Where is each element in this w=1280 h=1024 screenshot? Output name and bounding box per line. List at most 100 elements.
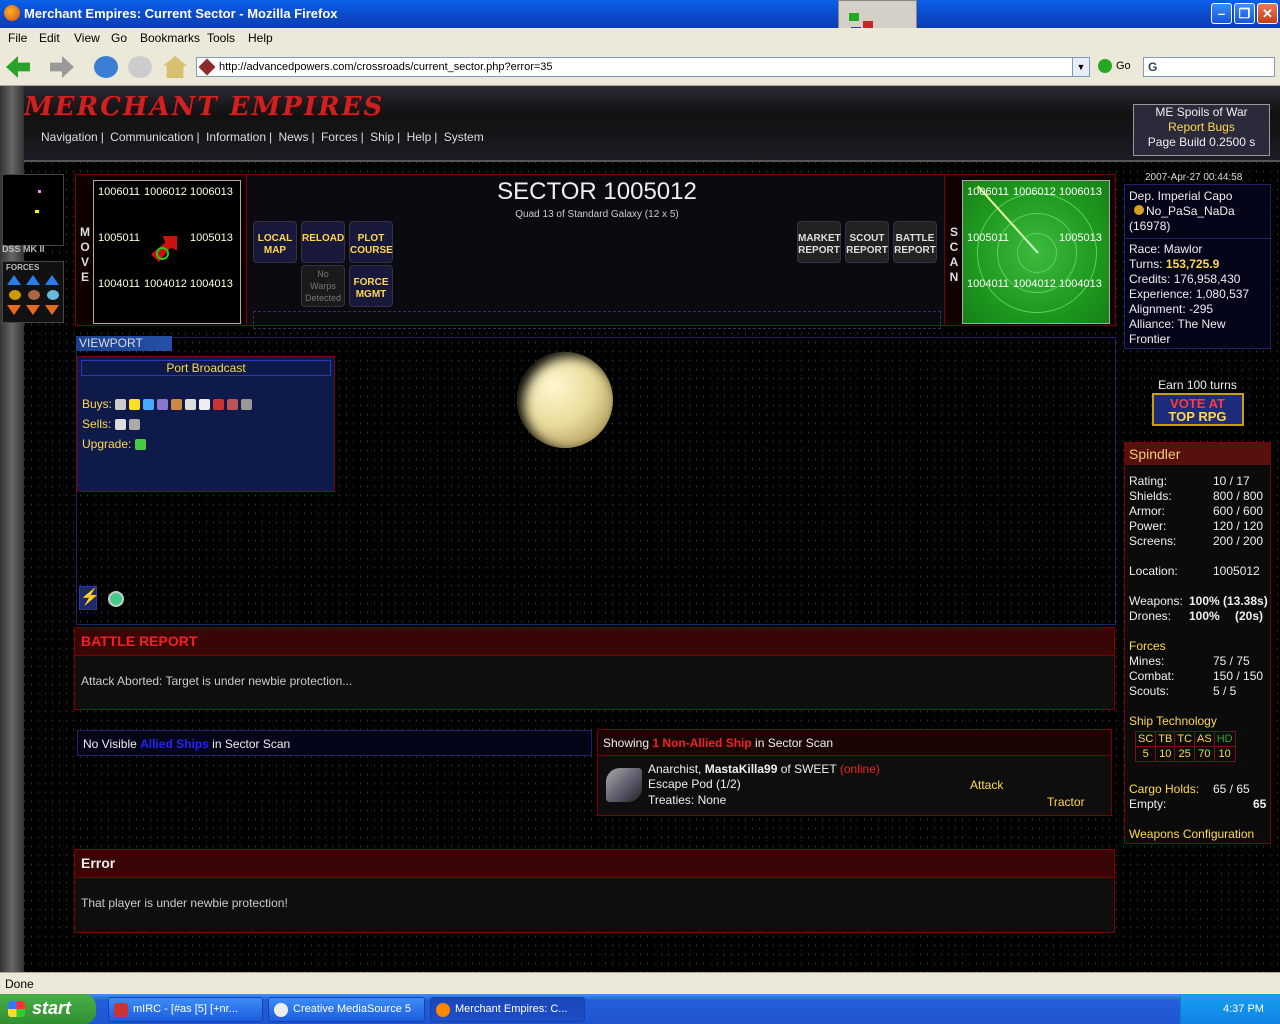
mines-value: 75 / 75 [1213, 654, 1250, 668]
shields-value: 800 / 800 [1213, 489, 1264, 503]
drones-value: 100% [1189, 609, 1220, 623]
back-icon[interactable] [6, 56, 30, 78]
combat-value: 150 / 150 [1213, 669, 1264, 683]
sector-nw[interactable]: 1006011 [98, 186, 140, 198]
scan-sector-s[interactable]: 1004012 [1013, 278, 1056, 290]
menu-bookmarks[interactable]: Bookmarks [140, 31, 200, 45]
sector-w[interactable]: 1005011 [98, 232, 140, 244]
windows-logo-icon [8, 1001, 25, 1017]
player-ship-icon[interactable] [108, 591, 124, 607]
minimize-button[interactable]: – [1211, 3, 1232, 24]
force-mgmt-button[interactable]: FORCE MGMT [349, 265, 393, 307]
player-name[interactable]: No_PaSa_NaDa [1146, 204, 1235, 218]
scan-sector-n[interactable]: 1006012 [1013, 186, 1056, 198]
server-time: 2007-Apr-27 00:44:58 [1145, 172, 1243, 183]
chevron-down-icon[interactable]: ▼ [1072, 58, 1089, 76]
arrow-up-icon[interactable] [45, 275, 59, 285]
menu-tools[interactable]: Tools [207, 31, 235, 45]
battle-report-title: BATTLE REPORT [75, 628, 1114, 656]
clock[interactable]: 4:37 PM [1223, 1003, 1264, 1015]
menu-view[interactable]: View [74, 31, 100, 45]
scan-sector-e[interactable]: 1005013 [1059, 232, 1102, 244]
plot-course-button[interactable]: PLOT COURSE [349, 221, 393, 263]
url-text: http://advancedpowers.com/crossroads/cur… [219, 61, 553, 73]
nav-help[interactable]: Help [407, 130, 432, 144]
enemy-ship-type: Escape Pod (1/2) [648, 777, 741, 791]
good-icon [157, 399, 169, 411]
weapons-config-link[interactable]: Weapons Configuration [1129, 827, 1269, 841]
nav-navigation[interactable]: Navigation [41, 130, 98, 144]
task-mediasource[interactable]: Creative MediaSource 5 [268, 997, 425, 1022]
start-button[interactable]: start [0, 994, 96, 1024]
scan-sector-w[interactable]: 1005011 [967, 232, 1009, 244]
scan-sector-nw[interactable]: 1006011 [967, 186, 1009, 198]
menu-go[interactable]: Go [111, 31, 127, 45]
scouts-value: 5 / 5 [1213, 684, 1237, 698]
ship-name[interactable]: Spindler [1125, 443, 1270, 465]
reload-button[interactable]: RELOAD [301, 221, 345, 263]
menu-edit[interactable]: Edit [39, 31, 60, 45]
stop-icon[interactable] [128, 56, 152, 78]
minimap[interactable] [2, 174, 64, 246]
report-bugs-link[interactable]: Report Bugs [1134, 120, 1269, 135]
sector-se[interactable]: 1004013 [190, 278, 233, 290]
reload-icon[interactable] [94, 56, 118, 78]
arrow-down-icon[interactable] [7, 305, 21, 315]
arrow-down-icon[interactable] [45, 305, 59, 315]
menu-help[interactable]: Help [248, 31, 273, 45]
battle-report-button[interactable]: BATTLE REPORT [893, 221, 937, 263]
scan-sector-sw[interactable]: 1004011 [967, 278, 1009, 290]
nav-news[interactable]: News [278, 130, 308, 144]
go-button[interactable]: Go [1098, 59, 1131, 73]
sector-e[interactable]: 1005013 [190, 232, 233, 244]
ship-panel: Spindler Rating: 10 / 17 Shields: 800 / 80… [1124, 442, 1271, 844]
home-icon[interactable] [163, 56, 187, 78]
nav-system[interactable]: System [444, 130, 484, 144]
nav-information[interactable]: Information [206, 130, 266, 144]
task-mirc[interactable]: mIRC - [#as [5] [+nr... [108, 997, 263, 1022]
url-bar[interactable]: http://advancedpowers.com/crossroads/cur… [196, 57, 1090, 77]
port-broadcast[interactable]: Port Broadcast Buys: Sells: Upgrade: [77, 356, 335, 492]
close-button[interactable]: ✕ [1257, 3, 1278, 24]
enemy-player-name[interactable]: MastaKilla99 [705, 762, 778, 776]
move-panel: MOVE 1006011 1006012 1006013 1005011 100… [75, 174, 247, 326]
arrow-down-icon[interactable] [26, 305, 40, 315]
viewport-tab: VIEWPORT [76, 336, 172, 351]
market-report-button[interactable]: MARKET REPORT [797, 221, 841, 263]
sector-subtitle: Quad 13 of Standard Galaxy (12 x 5) [515, 209, 679, 220]
nav-forces[interactable]: Forces [321, 130, 358, 144]
planet[interactable] [517, 352, 613, 448]
non-allied-ships-link[interactable]: 1 Non-Allied Ship [652, 736, 751, 750]
forward-icon[interactable] [50, 56, 74, 78]
sector-sw[interactable]: 1004011 [98, 278, 140, 290]
task-firefox[interactable]: Merchant Empires: C... [430, 997, 585, 1022]
scan-sector-se[interactable]: 1004013 [1059, 278, 1102, 290]
arrow-up-icon[interactable] [26, 275, 40, 285]
local-map-button[interactable]: LOCAL MAP [253, 221, 297, 263]
game-logo[interactable]: MERCHANT EMPIRES [24, 92, 384, 122]
error-box: Error That player is under newbie protec… [74, 849, 1115, 933]
arrow-up-icon[interactable] [7, 275, 21, 285]
attack-link[interactable]: Attack [970, 778, 1003, 792]
nav-ship[interactable]: Ship [370, 130, 394, 144]
sector-s[interactable]: 1004012 [144, 278, 187, 290]
empty-value: 65 [1253, 797, 1267, 811]
allied-ships-link[interactable]: Allied Ships [140, 737, 209, 751]
maximize-button[interactable]: ❐ [1234, 3, 1255, 24]
menu-file[interactable]: File [8, 31, 27, 45]
cargo-value: 65 / 65 [1213, 782, 1250, 796]
search-input[interactable]: G [1143, 57, 1275, 77]
tech-table: SC TB TC AS HD 5 10 25 70 10 [1134, 731, 1236, 762]
scout-report-button[interactable]: SCOUT REPORT [845, 221, 889, 263]
vote-button[interactable]: VOTE AT TOP RPG [1151, 393, 1244, 426]
sector-ne[interactable]: 1006013 [190, 186, 233, 198]
spoils-of-war-link[interactable]: ME Spoils of War [1134, 105, 1269, 120]
nav-communication[interactable]: Communication [110, 130, 193, 144]
warp-icon[interactable]: ⚡ [79, 586, 100, 610]
non-allied-ships-panel: Showing 1 Non-Allied Ship in Sector Scan… [597, 729, 1112, 816]
tractor-link[interactable]: Tractor [1047, 795, 1085, 809]
error-text: That player is under newbie protection! [81, 896, 288, 910]
sector-n[interactable]: 1006012 [144, 186, 187, 198]
scan-sector-ne[interactable]: 1006013 [1059, 186, 1102, 198]
port-title: Port Broadcast [81, 360, 331, 376]
